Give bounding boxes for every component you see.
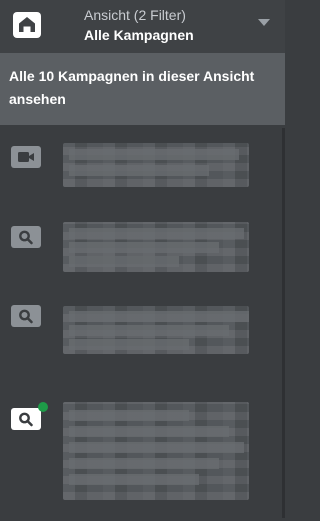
campaign-sidebar: Ansicht (2 Filter) Alle Kampagnen Alle 1… — [0, 0, 285, 521]
search-icon — [11, 408, 41, 430]
campaign-item[interactable] — [0, 222, 285, 274]
campaign-name-redacted — [63, 222, 249, 272]
video-camera-icon — [11, 146, 41, 168]
view-all-campaigns-text: Alle 10 Kampagnen in dieser Ansicht anse… — [9, 68, 255, 107]
home-button[interactable] — [10, 8, 46, 42]
view-label: Ansicht (2 Filter) — [84, 7, 186, 23]
scrollbar[interactable] — [282, 128, 285, 518]
campaign-item[interactable] — [0, 300, 285, 354]
search-icon — [11, 226, 41, 248]
campaign-name-redacted — [63, 402, 249, 500]
chevron-down-icon — [258, 19, 270, 26]
campaign-item[interactable] — [0, 140, 285, 190]
view-selector[interactable]: Ansicht (2 Filter) Alle Kampagnen — [70, 4, 280, 48]
view-value: Alle Kampagnen — [84, 27, 194, 43]
campaign-name-redacted — [63, 306, 249, 354]
campaign-name-redacted — [63, 143, 249, 187]
view-all-campaigns-link[interactable]: Alle 10 Kampagnen in dieser Ansicht anse… — [0, 53, 285, 125]
search-icon — [11, 305, 41, 327]
header: Ansicht (2 Filter) Alle Kampagnen — [0, 0, 285, 53]
status-indicator-dot — [38, 402, 48, 412]
home-icon — [13, 12, 41, 38]
campaign-item-active[interactable] — [0, 400, 285, 505]
